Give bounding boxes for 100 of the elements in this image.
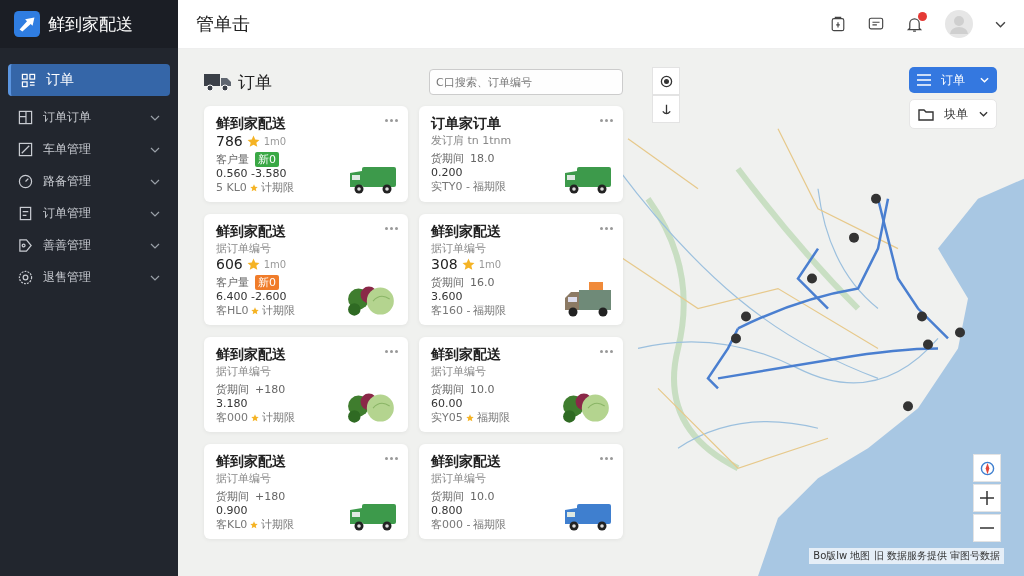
card-title: 鲜到家配送 xyxy=(216,346,287,364)
card-label: 货期间 xyxy=(216,489,249,504)
status-tag: 新0 xyxy=(255,152,279,167)
order-card[interactable]: 订单家订单 发订肩 tn 1tnm 货期间 18.0 0.200 实TY0 - 福期限 xyxy=(419,106,623,202)
card-label: 货期间 xyxy=(431,489,464,504)
card-value: 10.0 xyxy=(470,490,495,503)
view-dropdown[interactable]: 订单 xyxy=(909,67,997,93)
card-note: 福期限 xyxy=(472,179,506,194)
gauge-icon xyxy=(18,174,33,189)
card-subtitle: 据订单编号 xyxy=(431,364,487,379)
zoom-in-button[interactable] xyxy=(973,484,1001,512)
map-pin-icon[interactable] xyxy=(731,333,741,344)
map-pin-icon[interactable] xyxy=(923,339,933,350)
folder-icon xyxy=(918,107,934,121)
sidebar-item[interactable]: 车单管理 xyxy=(8,135,170,164)
card-subtitle: 发订肩 tn 1tnm xyxy=(431,133,513,148)
card-note: 计期限 xyxy=(260,180,294,195)
compass-icon xyxy=(979,460,995,476)
card-footer: 客HL0 xyxy=(216,303,249,318)
chevron-down-icon xyxy=(150,114,160,121)
card-title: 鲜到家配送 xyxy=(216,453,287,471)
card-amount: 3.600 xyxy=(431,290,464,303)
map-pin-icon[interactable] xyxy=(917,311,927,322)
card-value: 18.0 xyxy=(470,152,495,165)
filter-dropdown[interactable]: 块单 xyxy=(909,99,997,129)
chevron-down-icon xyxy=(150,210,160,217)
order-card[interactable]: 鲜到家配送 据订单编号 606 1m0 客户量 新0 6.400 -2.600 客HL0 计期限 xyxy=(204,214,408,325)
card-note: 计期限 xyxy=(262,410,295,425)
card-title: 鲜到家配送 xyxy=(431,346,502,364)
order-card[interactable]: 鲜到家配送 据订单编号 货期间 10.0 60.00 实Y05 福期限 xyxy=(419,337,623,432)
card-footer: 实Y05 xyxy=(431,410,463,425)
order-card[interactable]: 鲜到家配送 据订单编号 货期间 +180 3.180 客000 计期限 xyxy=(204,337,408,432)
sidebar-item[interactable]: 善善管理 xyxy=(8,231,170,260)
star-icon xyxy=(246,134,260,148)
chevron-down-icon[interactable] xyxy=(995,20,1006,28)
edit-icon xyxy=(18,142,33,157)
card-subtitle: 据订单编号 xyxy=(431,471,487,486)
sidebar-item[interactable]: 订单管理 xyxy=(8,199,170,228)
tag-icon xyxy=(18,238,33,253)
card-value: +180 xyxy=(255,490,286,503)
logo-icon xyxy=(14,11,40,37)
order-card[interactable]: 鲜到家配送 据订单编号 货期间 10.0 0.800 客000 - 福期限 xyxy=(419,444,623,539)
card-label: 货期间 xyxy=(431,382,464,397)
app-name: 鲜到家配送 xyxy=(48,12,133,36)
rating-value: 606 xyxy=(216,256,243,272)
map-pin-icon[interactable] xyxy=(903,401,913,412)
anchor-button[interactable] xyxy=(652,95,680,123)
rating-value: 308 xyxy=(431,256,458,272)
chevron-down-icon xyxy=(150,178,160,185)
card-footer: 5 KL0 xyxy=(216,181,247,194)
order-card[interactable]: 鲜到家配送 据订单编号 货期间 +180 0.900 客KL0 计期限 xyxy=(204,444,408,539)
card-amount: 3.180 xyxy=(216,397,249,410)
plus-icon xyxy=(980,491,994,505)
map-pin-icon[interactable] xyxy=(741,311,751,322)
card-subtitle: 据订单编号 xyxy=(216,241,272,256)
layers-button[interactable] xyxy=(973,454,1001,482)
card-value: 16.0 xyxy=(470,276,495,289)
rating-value: 786 xyxy=(216,133,243,149)
map-pin-icon[interactable] xyxy=(955,327,965,338)
card-label: 客户量 xyxy=(216,275,249,290)
card-amount: 0.200 xyxy=(431,166,464,179)
locate-button[interactable] xyxy=(652,67,680,95)
card-amount: 0.900 xyxy=(216,504,249,517)
clipboard-icon[interactable] xyxy=(830,16,846,32)
truck-icon xyxy=(204,72,232,92)
chevron-down-icon xyxy=(150,146,160,153)
location-icon xyxy=(659,74,673,88)
card-subtitle: 据订单编号 xyxy=(216,471,272,486)
status-tag: 新0 xyxy=(255,275,279,290)
sidebar-item[interactable]: 订单 xyxy=(8,64,170,96)
map-pin-icon[interactable] xyxy=(849,232,859,243)
card-amount: 0.560 -3.580 xyxy=(216,167,288,180)
sidebar-item[interactable]: 退售管理 xyxy=(8,263,170,292)
map-pin-icon[interactable] xyxy=(871,193,881,204)
sidebar-item[interactable]: 订单订单 xyxy=(8,103,170,132)
card-title: 鲜到家配送 xyxy=(216,115,287,133)
sidebar-item[interactable]: 路备管理 xyxy=(8,167,170,196)
message-icon[interactable] xyxy=(868,16,884,32)
star-icon xyxy=(461,257,475,271)
card-subtitle: 据订单编号 xyxy=(431,241,487,256)
card-title: 鲜到家配送 xyxy=(431,453,502,471)
map-pin-icon[interactable] xyxy=(807,273,817,284)
order-card[interactable]: 鲜到家配送 据订单编号 308 1m0 货期间 16.0 3.600 客160 - 福期限 xyxy=(419,214,623,325)
order-card[interactable]: 鲜到家配送 786 1m0 客户量 新0 0.560 -3.580 5 KL0 计期限 xyxy=(204,106,408,202)
card-label: 客户量 xyxy=(216,152,249,167)
truck-icon xyxy=(563,282,613,318)
chevron-down-icon xyxy=(150,242,160,249)
map-attribution: Bo版lw 地图 旧 数据服务提供 审图号数据 xyxy=(809,548,1004,564)
search-field[interactable]: C口搜索、订单编号 xyxy=(429,69,623,95)
star-icon xyxy=(246,257,260,271)
card-footer: 客000 - xyxy=(431,517,471,532)
card-title: 鲜到家配送 xyxy=(216,223,287,241)
zoom-out-button[interactable] xyxy=(973,514,1001,542)
card-title: 鲜到家配送 xyxy=(431,223,502,241)
card-value: 10.0 xyxy=(470,383,495,396)
section-title: 订单 xyxy=(238,70,273,94)
grid-icon xyxy=(21,72,36,88)
bell-icon[interactable] xyxy=(906,15,923,33)
card-footer: 客000 xyxy=(216,410,248,425)
card-amount: 60.00 xyxy=(431,397,464,410)
